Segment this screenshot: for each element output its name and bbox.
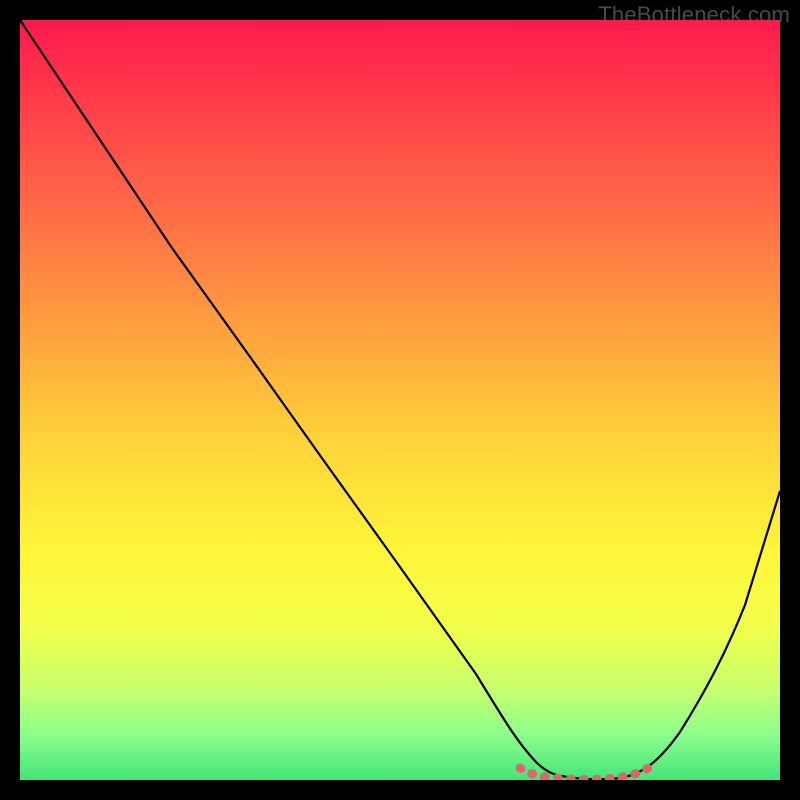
- flat-minimum-marker: [520, 768, 648, 780]
- bottleneck-curve: [20, 20, 780, 779]
- chart-overlay: [20, 20, 780, 780]
- chart-frame: TheBottleneck.com: [0, 0, 800, 800]
- chart-plot-area: [20, 20, 780, 780]
